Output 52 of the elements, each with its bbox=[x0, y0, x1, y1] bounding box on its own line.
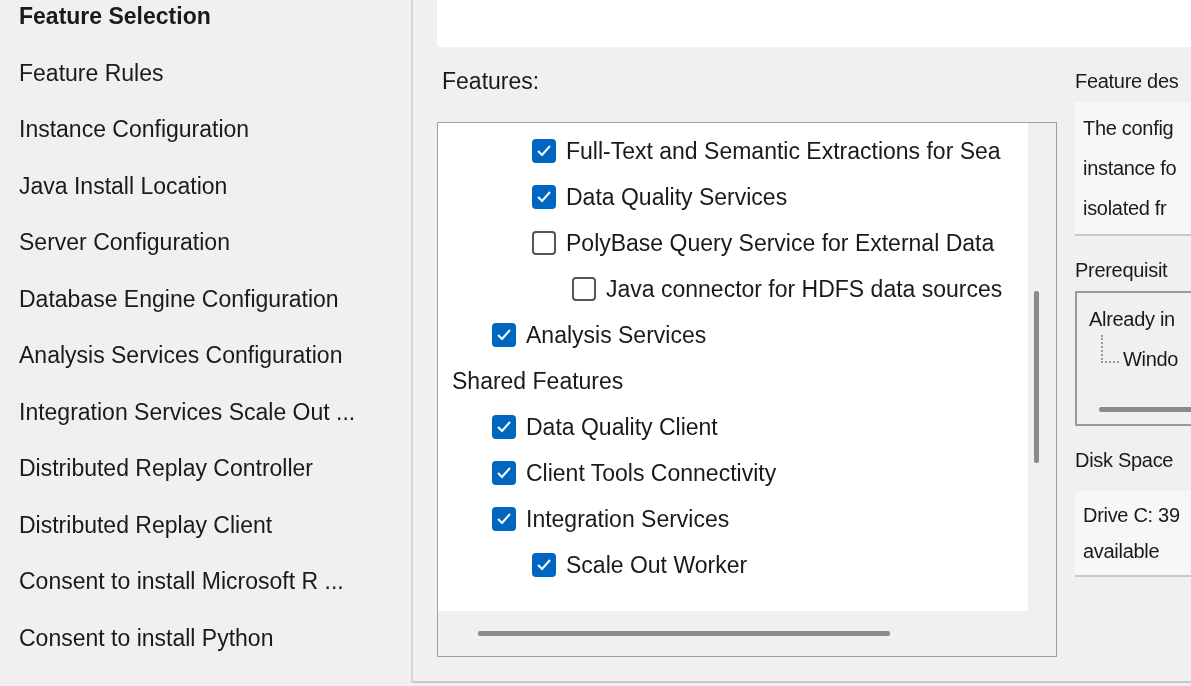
checkbox[interactable] bbox=[532, 185, 556, 209]
checkbox-label: Data Quality Services bbox=[566, 182, 788, 212]
sidebar-item[interactable]: Database Engine Configuration bbox=[19, 270, 411, 327]
sidebar-item[interactable]: Instance Configuration bbox=[19, 101, 411, 158]
disk-space-label: Disk Space bbox=[1075, 449, 1174, 471]
vertical-scrollbar-thumb[interactable] bbox=[1034, 291, 1039, 463]
checkmark-icon bbox=[536, 190, 552, 204]
checkbox[interactable] bbox=[532, 553, 556, 577]
checkbox[interactable] bbox=[572, 277, 596, 301]
prerequisites-label: Prerequisit bbox=[1075, 259, 1168, 281]
group-label: Shared Features bbox=[452, 366, 624, 396]
checkbox-label: PolyBase Query Service for External Data bbox=[566, 228, 995, 258]
description-text: isolated fr bbox=[1083, 197, 1167, 219]
horizontal-scrollbar-thumb[interactable] bbox=[478, 631, 890, 636]
checkbox-label: Data Quality Client bbox=[526, 412, 718, 442]
sidebar-item[interactable]: Integration Services Scale Out ... bbox=[19, 383, 411, 440]
sidebar-item[interactable]: Java Install Location bbox=[19, 157, 411, 214]
checkbox[interactable] bbox=[492, 507, 516, 531]
prerequisite-item: Windo bbox=[1123, 347, 1179, 372]
sidebar-item[interactable]: Distributed Replay Controller bbox=[19, 440, 411, 497]
description-label: Feature des bbox=[1075, 70, 1179, 92]
tree-connector bbox=[1101, 335, 1119, 363]
prerequisites-heading: Already in bbox=[1089, 308, 1175, 330]
description-text: The config bbox=[1083, 117, 1174, 139]
sidebar-item[interactable]: Server Configuration bbox=[19, 214, 411, 271]
sidebar-item[interactable]: Analysis Services Configuration bbox=[19, 327, 411, 384]
checkmark-icon bbox=[536, 144, 552, 158]
description-text: instance fo bbox=[1083, 157, 1177, 179]
checkbox-label: Full-Text and Semantic Extractions for Sea bbox=[566, 136, 1001, 166]
checkmark-icon bbox=[496, 420, 512, 434]
checkbox-label: Java connector for HDFS data sources bbox=[606, 274, 1003, 304]
checkmark-icon bbox=[536, 558, 552, 572]
checkbox[interactable] bbox=[492, 323, 516, 347]
checkbox[interactable] bbox=[532, 139, 556, 163]
checkmark-icon bbox=[496, 328, 512, 342]
checkbox[interactable] bbox=[492, 415, 516, 439]
checkmark-icon bbox=[496, 512, 512, 526]
sidebar-item[interactable]: Feature Rules bbox=[19, 44, 411, 101]
checkbox-label: Scale Out Worker bbox=[566, 550, 748, 580]
sidebar-item[interactable]: Consent to install Microsoft R ... bbox=[19, 553, 411, 610]
checkmark-icon bbox=[496, 466, 512, 480]
checkbox-label: Integration Services bbox=[526, 504, 730, 534]
disk-space-text: available bbox=[1083, 540, 1160, 562]
checkbox[interactable] bbox=[492, 461, 516, 485]
checkbox[interactable] bbox=[532, 231, 556, 255]
checkbox-label: Analysis Services bbox=[526, 320, 707, 350]
checkbox-label: Client Tools Connectivity bbox=[526, 458, 777, 488]
sidebar-item[interactable]: Feature Selection bbox=[19, 0, 411, 45]
sidebar-item[interactable]: Consent to install Python bbox=[19, 609, 411, 666]
sidebar-item[interactable]: Distributed Replay Client bbox=[19, 496, 411, 553]
features-label: Features: bbox=[442, 68, 540, 94]
disk-space-text: Drive C: 39 bbox=[1083, 504, 1180, 526]
